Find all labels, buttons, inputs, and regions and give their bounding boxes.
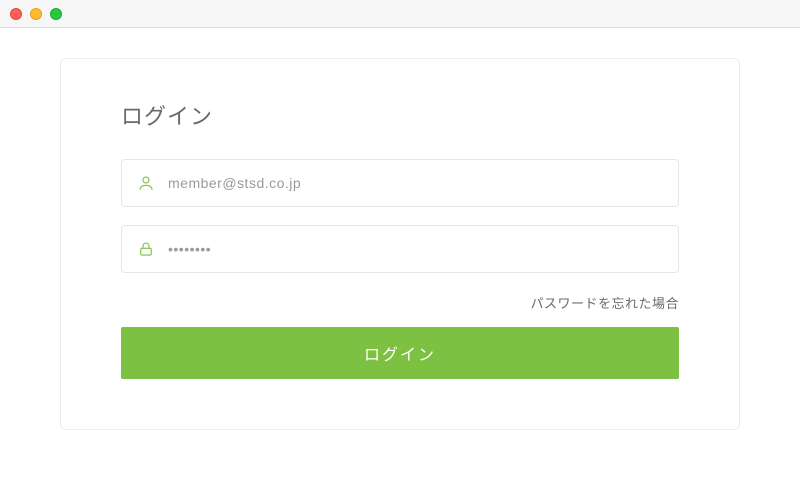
user-icon — [136, 173, 156, 193]
email-input-group[interactable] — [121, 159, 679, 207]
forgot-password-row: パスワードを忘れた場合 — [121, 293, 679, 313]
email-field[interactable] — [168, 175, 664, 191]
password-field[interactable] — [168, 241, 664, 257]
window-titlebar — [0, 0, 800, 28]
minimize-window-button[interactable] — [30, 8, 42, 20]
content-area: ログイン パスワードを忘れた場合 ログイン — [0, 28, 800, 460]
forgot-password-link[interactable]: パスワードを忘れた場合 — [530, 296, 679, 311]
close-window-button[interactable] — [10, 8, 22, 20]
login-card: ログイン パスワードを忘れた場合 ログイン — [60, 58, 740, 430]
login-title: ログイン — [121, 99, 679, 131]
maximize-window-button[interactable] — [50, 8, 62, 20]
password-input-group[interactable] — [121, 225, 679, 273]
login-button[interactable]: ログイン — [121, 327, 679, 379]
lock-icon — [136, 239, 156, 259]
